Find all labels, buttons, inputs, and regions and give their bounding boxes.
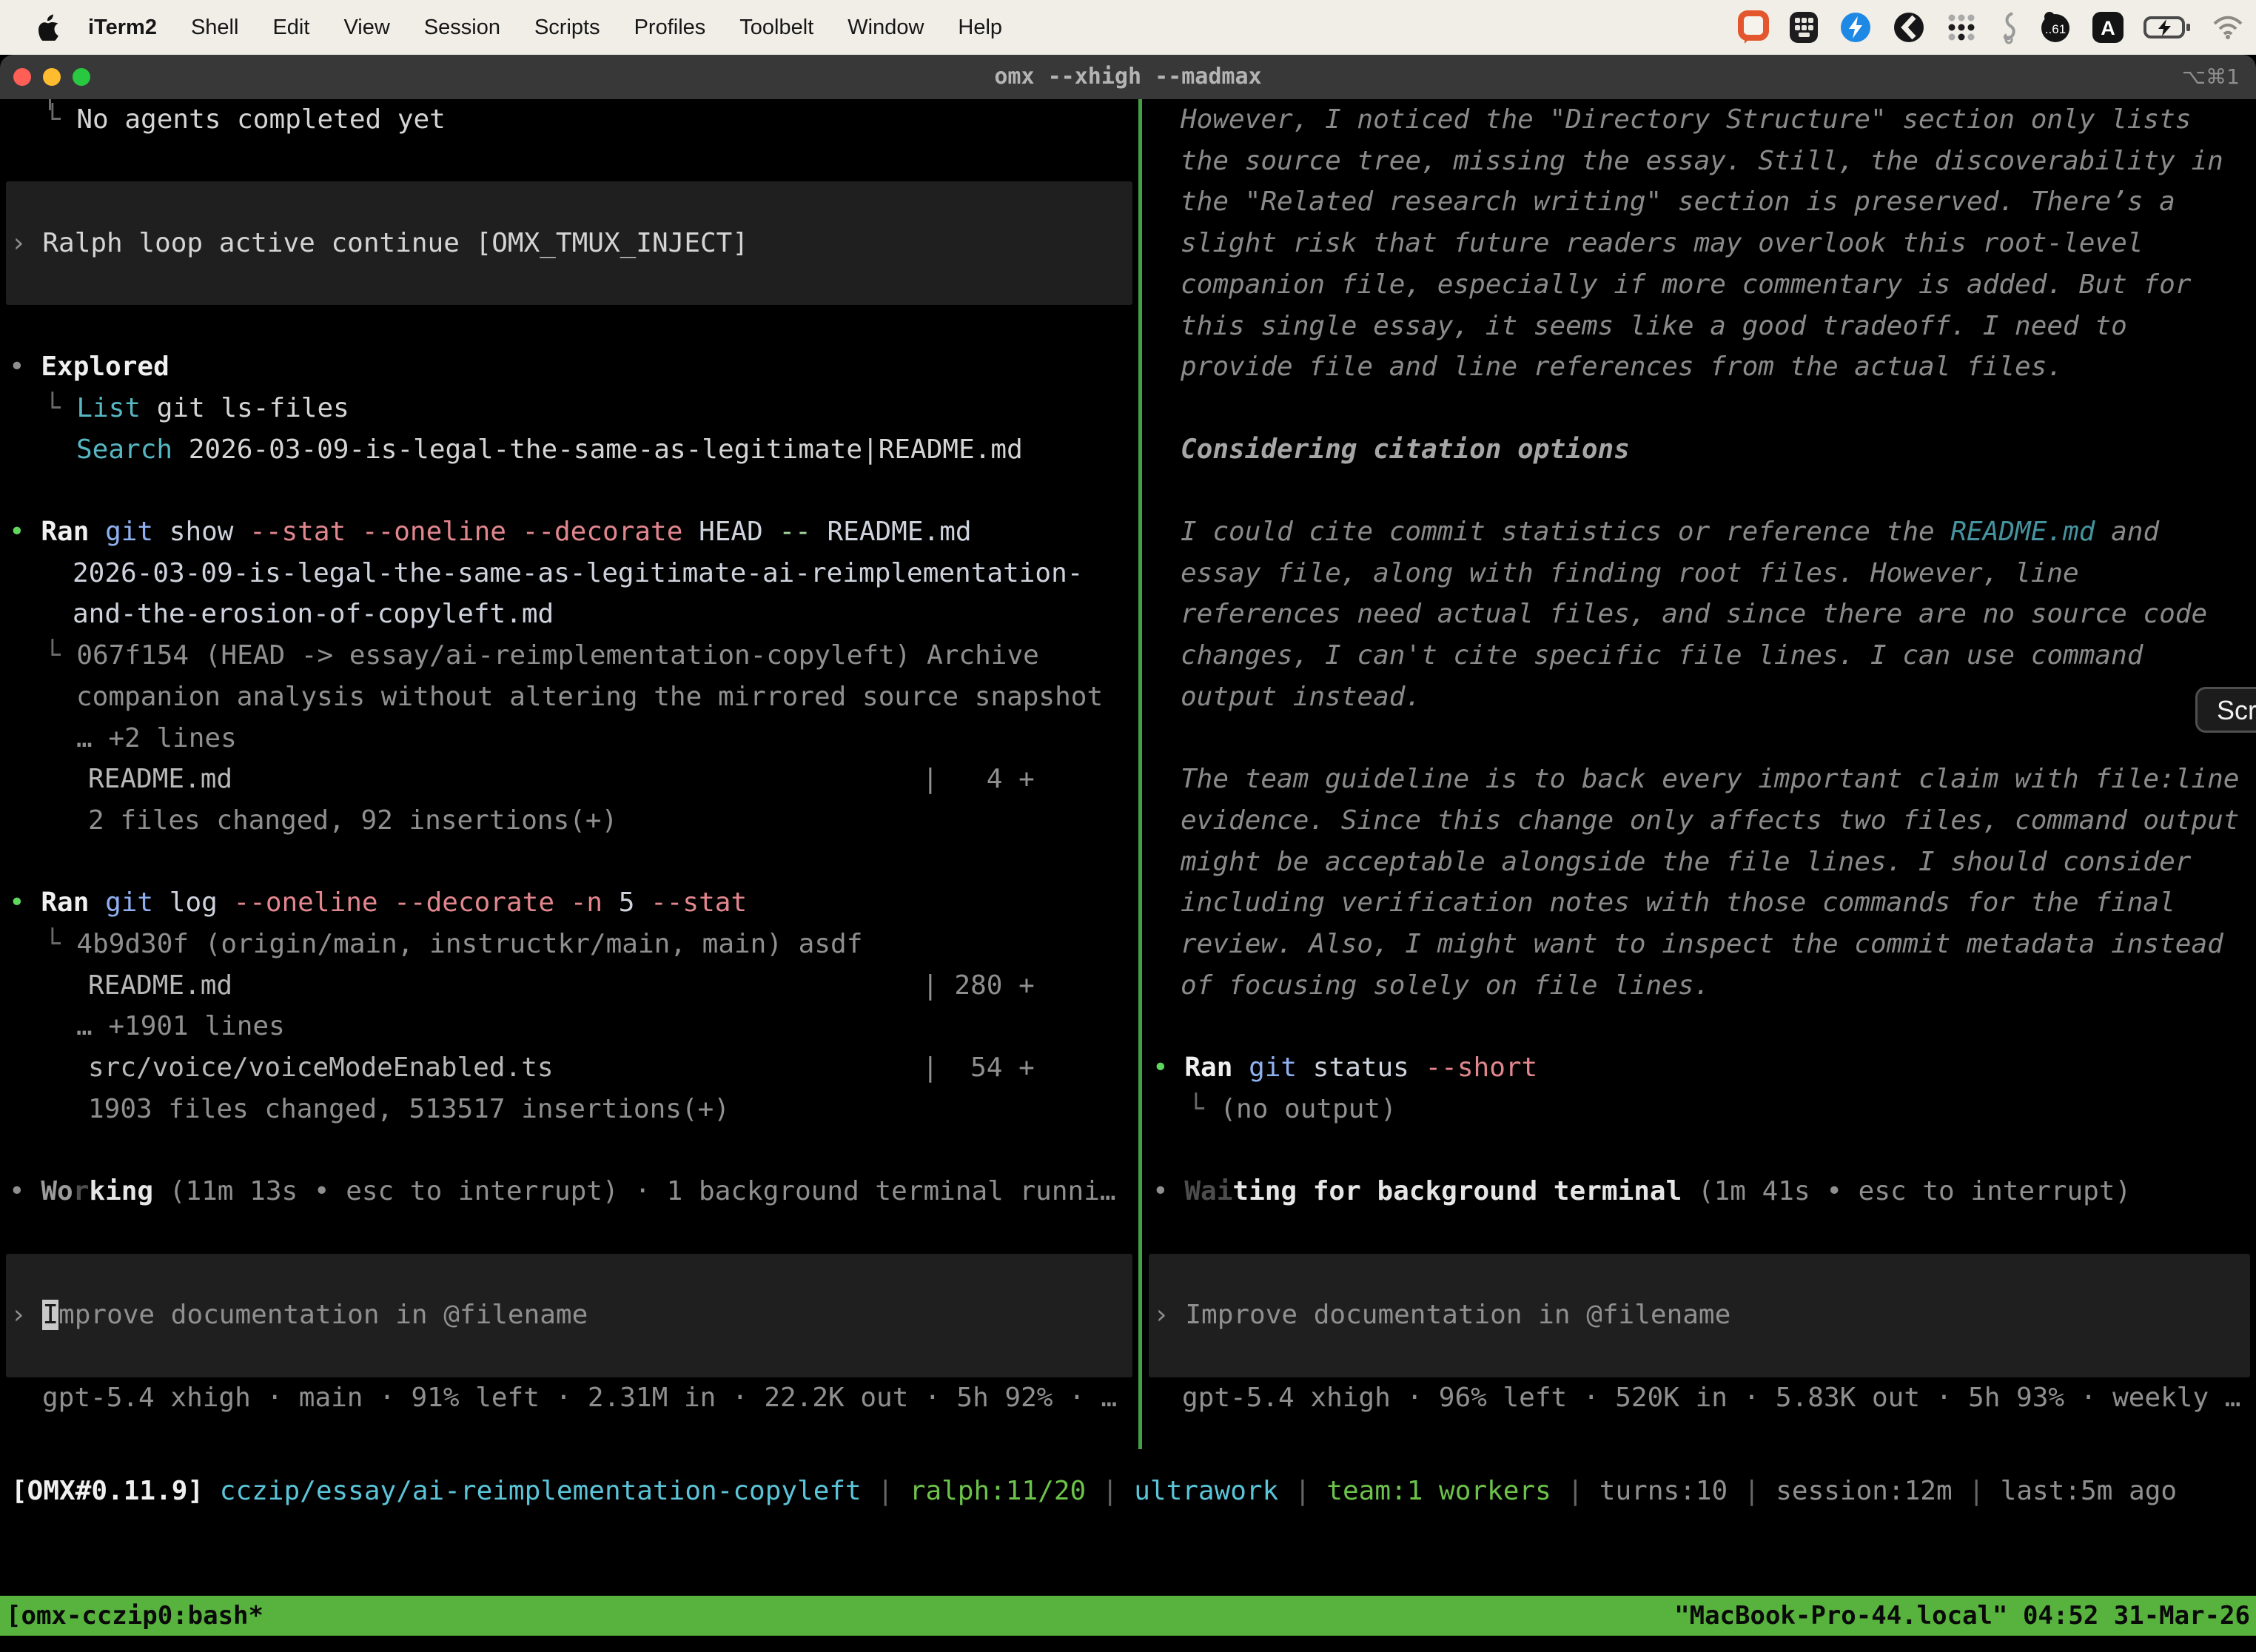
menu-item-session[interactable]: Session xyxy=(407,16,517,40)
menu-item-help[interactable]: Help xyxy=(941,16,1019,40)
terminal-line: gpt-5.4 xhigh · main · 91% left · 2.31M … xyxy=(42,1377,1117,1419)
menu-status-icons: ..61 A xyxy=(1738,10,2244,44)
terminal-line: and-the-erosion-of-copyleft.md xyxy=(73,594,554,635)
terminal-line: README.md | 280 + xyxy=(88,965,1035,1007)
terminal-line: gpt-5.4 xhigh · 96% left · 520K in · 5.8… xyxy=(1182,1377,2240,1419)
menu-item-iterm2[interactable]: iTerm2 xyxy=(71,16,174,40)
left-pane[interactable]: └ No agents completed yet › Ralph loop ac… xyxy=(0,99,1138,1431)
apple-menu-icon[interactable] xyxy=(38,14,61,41)
terminal-line: the source tree, missing the essay. Stil… xyxy=(1181,141,2223,182)
dots-grid-icon[interactable] xyxy=(1945,11,1978,44)
terminal-line: changes, I can't cite specific file line… xyxy=(1181,635,2143,676)
screen-tooltip: Scre xyxy=(2195,687,2256,733)
tmux-host-clock: "MacBook-Pro-44.local" 04:52 31-Mar-26 xyxy=(1674,1596,2250,1636)
menu-item-scripts[interactable]: Scripts xyxy=(517,16,617,40)
terminal-line: └ 4b9d30f (origin/main, instructkr/main,… xyxy=(44,924,862,965)
terminal-line: including verification notes with those … xyxy=(1181,882,2175,924)
menu-item-view[interactable]: View xyxy=(326,16,406,40)
tmux-session-label: [omx-cczip0:bash* xyxy=(6,1596,263,1636)
terminal-line: • Ran git status --short xyxy=(1152,1047,1537,1089)
terminal-line: review. Also, I might want to inspect th… xyxy=(1181,924,2223,965)
battery-icon[interactable] xyxy=(2143,15,2192,40)
badge-61-icon[interactable]: ..61 xyxy=(2038,10,2072,44)
menu-bar: iTerm2ShellEditViewSessionScriptsProfile… xyxy=(0,0,2256,55)
a-square-icon[interactable]: A xyxy=(2092,11,2124,44)
badge-61-label: ..61 xyxy=(2045,22,2066,36)
terminal-line: src/voice/voiceModeEnabled.ts | 54 + xyxy=(88,1047,1035,1089)
terminal-line: references need actual files, and since … xyxy=(1181,594,2207,635)
terminal-line: Search 2026-03-09-is-legal-the-same-as-l… xyxy=(76,429,1023,471)
terminal-line: └ List git ls-files xyxy=(44,388,349,429)
window-title: omx --xhigh --madmax xyxy=(0,55,2256,99)
terminal-line: companion file, especially if more comme… xyxy=(1181,264,2191,306)
menu-item-shell[interactable]: Shell xyxy=(174,16,256,40)
tmux-status-bar: [omx-cczip0:bash* "MacBook-Pro-44.local"… xyxy=(0,1596,2256,1636)
terminal-line: output instead. xyxy=(1181,676,1421,718)
chat-app-icon[interactable] xyxy=(1738,10,1769,44)
menu-items: iTerm2ShellEditViewSessionScriptsProfile… xyxy=(71,16,1019,40)
menu-item-window[interactable]: Window xyxy=(830,16,941,40)
wifi-icon[interactable] xyxy=(2212,14,2244,41)
bolt-badge-icon[interactable] xyxy=(1839,10,1873,44)
terminal-line: • Waiting for background terminal (1m 41… xyxy=(1152,1171,2131,1212)
right-pane[interactable]: However, I noticed the "Directory Struct… xyxy=(1143,99,2256,1431)
terminal-line: • Working (11m 13s • esc to interrupt) ·… xyxy=(9,1171,1116,1212)
terminal-line: might be acceptable alongside the file l… xyxy=(1181,842,2191,883)
terminal-line: └ 067f154 (HEAD -> essay/ai-reimplementa… xyxy=(44,635,1039,676)
window-title-bar: omx --xhigh --madmax ⌥⌘1 xyxy=(0,55,2256,99)
terminal-line: the "Related research writing" section i… xyxy=(1181,181,2175,223)
omx-status-bar: [OMX#0.11.9] cczip/essay/ai-reimplementa… xyxy=(11,1471,2177,1512)
terminal-line: However, I noticed the "Directory Struct… xyxy=(1181,99,2191,141)
terminal-line: README.md | 4 + xyxy=(88,759,1035,800)
menu-item-toolbelt[interactable]: Toolbelt xyxy=(722,16,830,40)
terminal-line: evidence. Since this change only affects… xyxy=(1181,800,2239,842)
keyboard-grid-icon[interactable] xyxy=(1788,10,1819,44)
terminal-line: … +1901 lines xyxy=(76,1006,285,1047)
terminal-line: › Improve documentation in @filename xyxy=(1153,1295,1730,1336)
terminal-line: └ (no output) xyxy=(1188,1089,1397,1130)
terminal-line: provide file and line references from th… xyxy=(1181,346,2063,388)
terminal-line: › Improve documentation in @filename xyxy=(10,1295,588,1336)
terminal-line: companion analysis without altering the … xyxy=(76,676,1103,718)
terminal-line: essay file, along with finding root file… xyxy=(1181,553,2079,594)
terminal-line: … +2 lines xyxy=(76,718,237,759)
terminal-line: this single essay, it seems like a good … xyxy=(1181,306,2127,347)
terminal-line: Considering citation options xyxy=(1181,429,1630,471)
terminal-line: slight risk that future readers may over… xyxy=(1181,223,2143,264)
hook-icon[interactable] xyxy=(1997,10,2019,44)
terminal-line: The team guideline is to back every impo… xyxy=(1181,759,2239,800)
window-shortcut-badge: ⌥⌘1 xyxy=(2182,55,2240,99)
a-square-label: A xyxy=(2101,17,2115,39)
terminal-line: • Ran git show --stat --oneline --decora… xyxy=(9,511,972,553)
terminal-line: › Ralph loop active continue [OMX_TMUX_I… xyxy=(10,223,748,264)
terminal-line: • Ran git log --oneline --decorate -n 5 … xyxy=(9,882,747,924)
terminal-line: └ No agents completed yet xyxy=(44,99,446,141)
terminal-line: 2 files changed, 92 insertions(+) xyxy=(88,800,617,842)
pane-divider[interactable] xyxy=(1138,99,1142,1449)
terminal-line: • Explored xyxy=(9,346,169,388)
terminal-line: of focusing solely on file lines. xyxy=(1181,965,1710,1007)
moon-circle-icon[interactable] xyxy=(1892,10,1926,44)
terminal-line: 1903 files changed, 513517 insertions(+) xyxy=(88,1089,730,1130)
terminal-line: 2026-03-09-is-legal-the-same-as-legitima… xyxy=(73,553,1083,594)
terminal-line: I could cite commit statistics or refere… xyxy=(1181,511,2159,553)
menu-item-edit[interactable]: Edit xyxy=(255,16,326,40)
menu-item-profiles[interactable]: Profiles xyxy=(617,16,723,40)
